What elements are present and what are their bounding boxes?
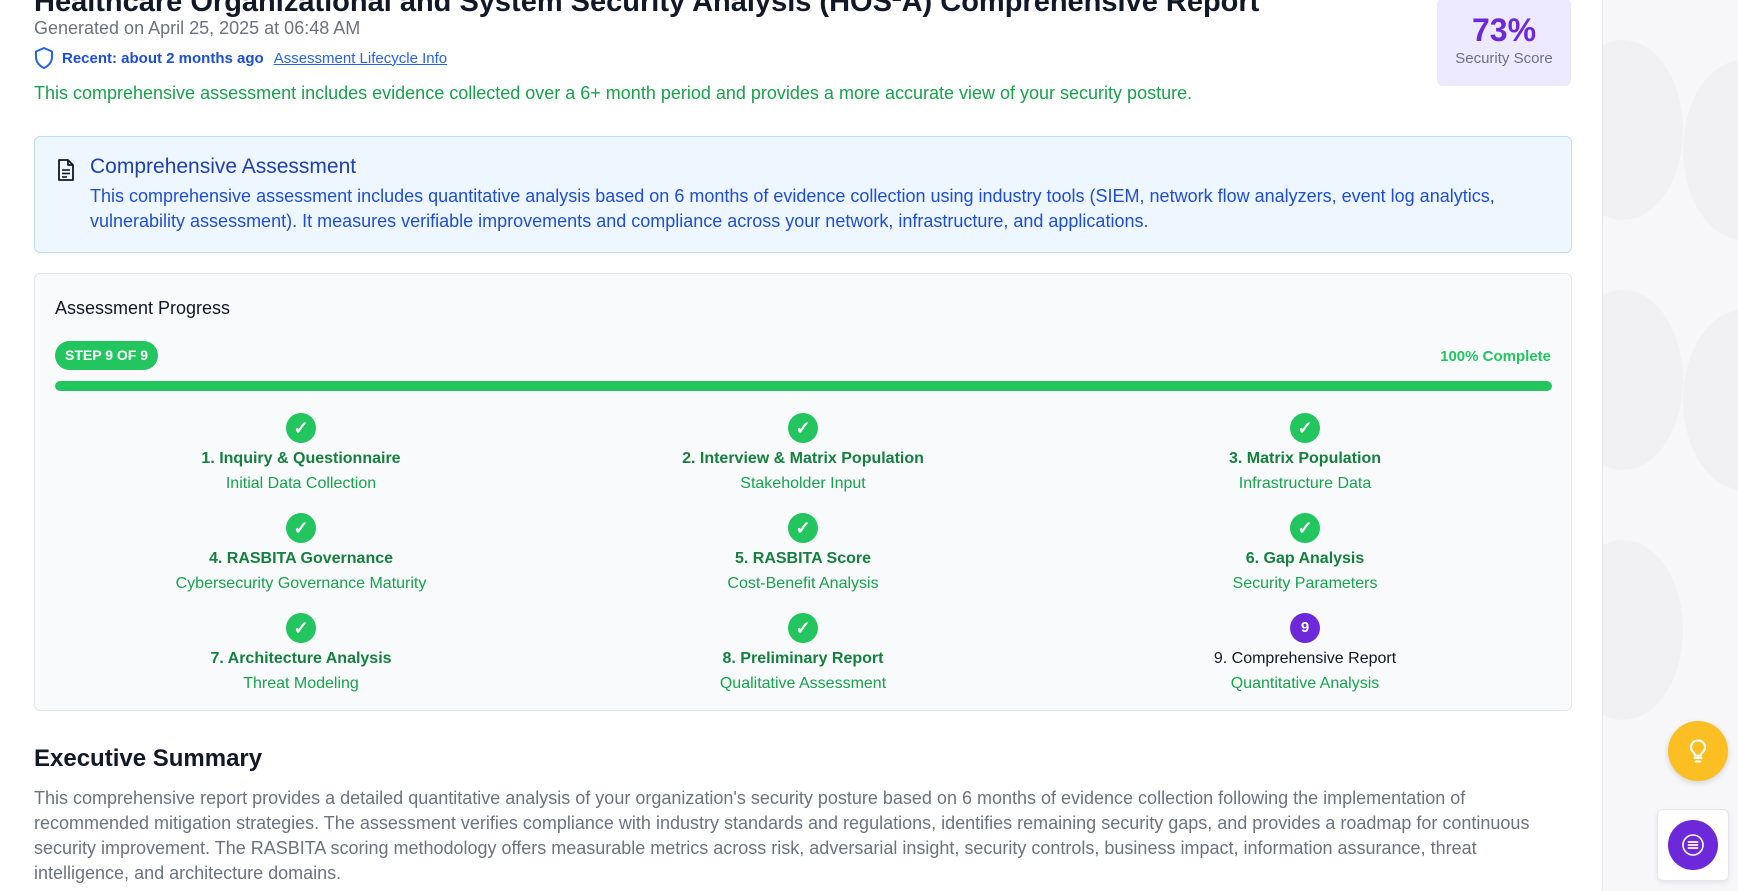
check-icon: ✓ [286, 413, 316, 443]
step-badge: STEP 9 OF 9 [55, 341, 158, 370]
step-name: 6. Gap Analysis [1245, 550, 1365, 567]
recent-row: Recent: about 2 months ago Assessment Li… [34, 47, 447, 69]
percent-complete: 100% Complete [1440, 348, 1551, 365]
assessment-box-title: Comprehensive Assessment [90, 155, 357, 178]
step-name: 8. Preliminary Report [722, 650, 884, 667]
generated-date: Generated on April 25, 2025 at 06:48 AM [34, 18, 361, 38]
step-item: ✓ 8. Preliminary Report Qualitative Asse… [603, 613, 1003, 693]
lightbulb-icon [1689, 739, 1707, 763]
lightbulb-button[interactable] [1668, 721, 1728, 781]
step-subtitle: Quantitative Analysis [1230, 675, 1380, 692]
step-item: ✓ 2. Interview & Matrix Population Stake… [603, 413, 1003, 493]
step-subtitle: Cybersecurity Governance Maturity [175, 575, 427, 592]
progress-bar-fill [55, 381, 1552, 391]
check-icon: ✓ [1290, 513, 1320, 543]
menu-button[interactable] [1668, 820, 1718, 870]
intro-text: This comprehensive assessment includes e… [34, 83, 1193, 103]
step-item: ✓ 3. Matrix Population Infrastructure Da… [1105, 413, 1505, 493]
progress-title: Assessment Progress [55, 298, 231, 318]
security-score-card: 73% Security Score [1437, 0, 1571, 86]
step-subtitle: Qualitative Assessment [719, 675, 887, 692]
shield-icon [35, 47, 53, 69]
check-icon: ✓ [1290, 413, 1320, 443]
step-subtitle: Infrastructure Data [1238, 475, 1372, 492]
step-subtitle: Threat Modeling [243, 675, 359, 692]
recent-text: Recent: about 2 months ago [62, 49, 264, 67]
report-main: Healthcare Organizational and System Sec… [0, 0, 1602, 891]
check-icon: ✓ [788, 613, 818, 643]
step-number-badge: 9 [1290, 613, 1320, 643]
progress-bar [55, 381, 1552, 391]
step-subtitle: Initial Data Collection [225, 475, 377, 492]
assessment-lifecycle-link[interactable]: Assessment Lifecycle Info [274, 50, 447, 67]
menu-button-container [1657, 809, 1729, 881]
security-score-value: 73% [1471, 12, 1537, 48]
comprehensive-assessment-box: Comprehensive Assessment This comprehens… [34, 136, 1572, 253]
check-icon: ✓ [286, 613, 316, 643]
step-name: 2. Interview & Matrix Population [682, 450, 924, 467]
step-subtitle: Stakeholder Input [740, 475, 866, 492]
report-title: Healthcare Organizational and System Sec… [34, 0, 1260, 18]
step-name: 3. Matrix Population [1228, 450, 1381, 467]
assessment-box-text: This comprehensive assessment includes q… [90, 186, 1495, 231]
step-item: ✓ 6. Gap Analysis Security Parameters [1105, 513, 1505, 593]
step-item: ✓ 4. RASBITA Governance Cybersecurity Go… [101, 513, 501, 593]
check-icon: ✓ [286, 513, 316, 543]
check-icon: ✓ [788, 513, 818, 543]
step-name: 5. RASBITA Score [734, 550, 872, 567]
executive-summary-title: Executive Summary [34, 745, 263, 772]
menu-icon [1682, 834, 1704, 856]
step-name: 7. Architecture Analysis [210, 650, 392, 667]
security-score-label: Security Score [1455, 50, 1553, 67]
step-item: ✓ 1. Inquiry & Questionnaire Initial Dat… [101, 413, 501, 493]
step-subtitle: Cost-Benefit Analysis [727, 575, 879, 592]
assessment-progress-card: Assessment Progress STEP 9 OF 9 100% Com… [34, 273, 1572, 711]
executive-summary-text: This comprehensive report provides a det… [34, 788, 1530, 883]
check-icon: ✓ [788, 413, 818, 443]
step-item-current: 9 9. Comprehensive Report Quantitative A… [1105, 613, 1505, 693]
step-name: 4. RASBITA Governance [208, 550, 394, 567]
step-name: 9. Comprehensive Report [1213, 650, 1397, 667]
step-item: ✓ 5. RASBITA Score Cost-Benefit Analysis [603, 513, 1003, 593]
step-name: 1. Inquiry & Questionnaire [201, 450, 401, 467]
step-item: ✓ 7. Architecture Analysis Threat Modeli… [101, 613, 501, 693]
document-icon [58, 159, 74, 181]
step-subtitle: Security Parameters [1232, 575, 1378, 592]
